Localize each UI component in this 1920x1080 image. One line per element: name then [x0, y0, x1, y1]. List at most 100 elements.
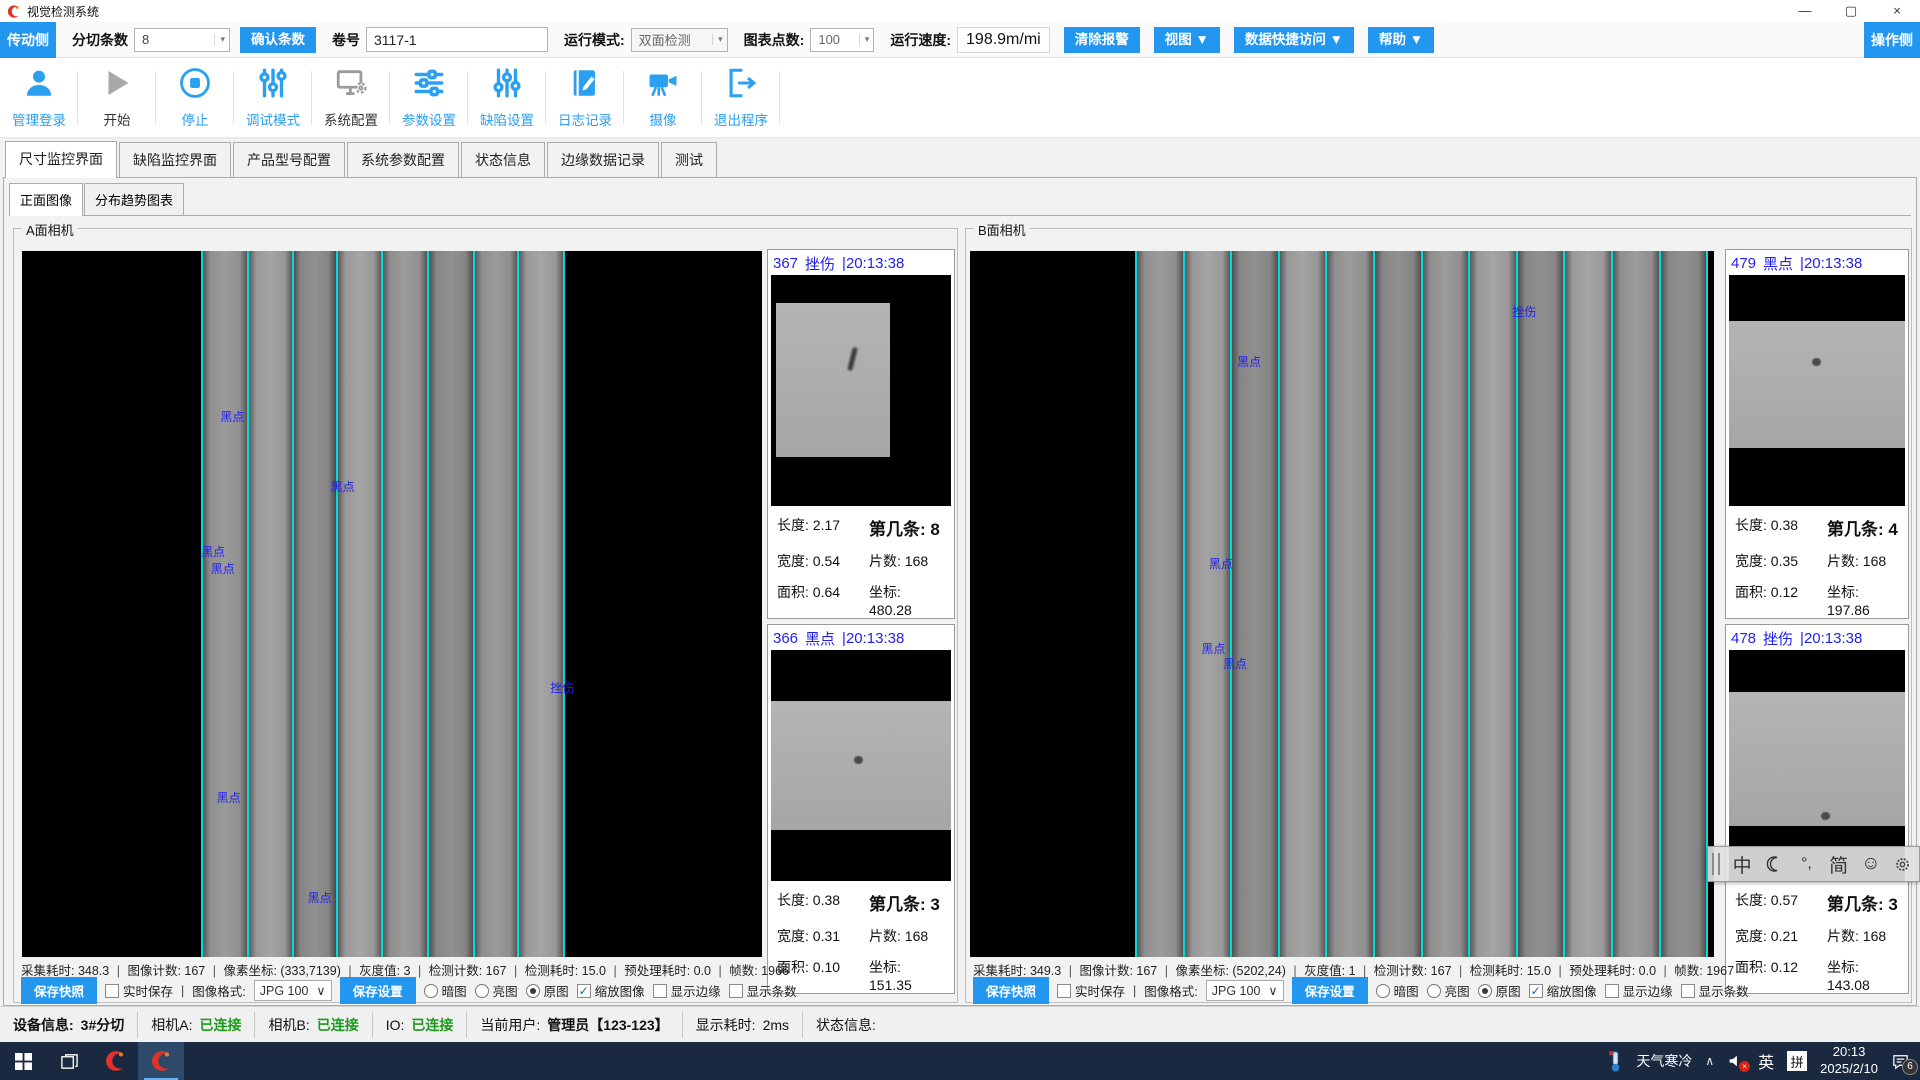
task-view-icon[interactable] — [46, 1042, 92, 1080]
close-button[interactable]: × — [1874, 0, 1920, 22]
gear-icon[interactable] — [1887, 856, 1919, 873]
defect-card[interactable]: 479黑点|20:13:38长度: 0.38第几条: 4宽度: 0.35片数: … — [1725, 249, 1909, 619]
checkbox-显示边缘[interactable] — [653, 984, 667, 998]
active-app-icon[interactable] — [138, 1042, 184, 1080]
tab-7[interactable]: 测试 — [661, 142, 717, 177]
stat-area: 面积: 0.12 — [1735, 582, 1827, 618]
ime-mode-indicator[interactable]: 拼 — [1787, 1051, 1807, 1071]
toolbar-item-monitor-gear[interactable]: 系统配置 — [312, 58, 390, 137]
ime-punctuation[interactable]: °, — [1790, 855, 1822, 873]
tab-2[interactable]: 缺陷监控界面 — [119, 142, 231, 177]
radio-label: 亮图 — [493, 981, 518, 1000]
chevron-down-icon: ▾ — [214, 34, 225, 45]
toolbar-item-sliders-v[interactable]: 调试模式 — [234, 58, 312, 137]
radio-亮图[interactable] — [475, 984, 489, 998]
data-quick-access-button[interactable]: 数据快捷访问 ▼ — [1234, 27, 1354, 53]
toolbar-item-camera[interactable]: 摄像 — [624, 58, 702, 137]
image-format-value: JPG 100 — [260, 984, 309, 998]
realtime-save-checkbox[interactable] — [1057, 984, 1071, 998]
defect-card[interactable]: 367挫伤|20:13:38长度: 2.17第几条: 8宽度: 0.54片数: … — [767, 249, 955, 619]
tab-4[interactable]: 系统参数配置 — [347, 142, 459, 177]
save-settings-button[interactable]: 保存设置 — [1292, 977, 1368, 1004]
image-format-label: 图像格式: — [192, 981, 245, 1000]
checkbox-显示条数[interactable] — [729, 984, 743, 998]
clear-alarm-button[interactable]: 清除报警 — [1064, 27, 1140, 53]
sliders-h-icon — [412, 66, 446, 105]
defect-type: 黑点 — [805, 628, 835, 649]
checkbox-显示边缘[interactable] — [1605, 984, 1619, 998]
checkbox-缩放图像[interactable]: ✓ — [1529, 984, 1543, 998]
io-status: IO:已连接 — [373, 1012, 468, 1038]
weather-text[interactable]: 天气寒冷 — [1636, 1051, 1692, 1071]
radio-原图[interactable] — [526, 984, 540, 998]
radio-原图[interactable] — [1478, 984, 1492, 998]
taskbar-clock[interactable]: 20:13 2025/2/10 — [1820, 1044, 1878, 1078]
checkbox-显示条数[interactable] — [1681, 984, 1695, 998]
app-logo-icon — [6, 4, 21, 19]
save-snapshot-button[interactable]: 保存快照 — [21, 977, 97, 1004]
subtab-2[interactable]: 分布趋势图表 — [84, 183, 184, 215]
defect-card-column: 479黑点|20:13:38长度: 0.38第几条: 4宽度: 0.35片数: … — [1725, 249, 1909, 994]
toolbar-item-label: 参数设置 — [402, 109, 456, 129]
maximize-button[interactable]: ▢ — [1828, 0, 1874, 22]
ime-chinese-mode[interactable]: 中 — [1726, 851, 1758, 878]
checkbox-label: 显示边缘 — [671, 981, 721, 1000]
operator-side-button[interactable]: 操作侧 — [1864, 22, 1920, 58]
smiley-icon[interactable]: ☺ — [1855, 853, 1887, 875]
help-menu-button[interactable]: 帮助 ▼ — [1368, 27, 1434, 53]
toolbar-item-user[interactable]: 管理登录 — [0, 58, 78, 137]
tab-3[interactable]: 产品型号配置 — [233, 142, 345, 177]
run-speed-label: 运行速度: — [890, 30, 951, 50]
drag-handle[interactable] — [1712, 853, 1720, 875]
slit-count-dropdown[interactable]: 8 ▾ — [134, 28, 230, 52]
language-indicator[interactable]: 英 — [1758, 1049, 1774, 1073]
defect-marker-label: 黑点 — [1223, 655, 1247, 672]
roll-number-input[interactable]: 3117-1 — [366, 27, 548, 52]
toolbar-item-play[interactable]: 开始 — [78, 58, 156, 137]
run-mode-dropdown[interactable]: 双面检测 ▾ — [631, 28, 728, 52]
toolbar-item-log[interactable]: 日志记录 — [546, 58, 624, 137]
tab-6[interactable]: 边缘数据记录 — [547, 142, 659, 177]
defect-card[interactable]: 366黑点|20:13:38长度: 0.38第几条: 3宽度: 0.31片数: … — [767, 624, 955, 994]
notification-count-badge: 6 — [1902, 1059, 1918, 1075]
toolbar-item-label: 退出程序 — [714, 109, 768, 129]
defect-card[interactable]: 478挫伤|20:13:38长度: 0.57第几条: 3宽度: 0.21片数: … — [1725, 624, 1909, 994]
toolbar-item-sliders-v2[interactable]: 缺陷设置 — [468, 58, 546, 137]
log-icon — [568, 66, 602, 105]
connected-badge: 已连接 — [317, 1015, 359, 1035]
image-format-dropdown[interactable]: JPG 100∨ — [254, 980, 332, 1001]
toolbar-item-sliders-h[interactable]: 参数设置 — [390, 58, 468, 137]
image-format-dropdown[interactable]: JPG 100∨ — [1206, 980, 1284, 1001]
ime-simplified[interactable]: 简 — [1823, 851, 1855, 878]
capture-stat: 帧数: 1967 — [1674, 964, 1734, 978]
toolbar-item-label: 缺陷设置 — [480, 109, 534, 129]
chart-points-dropdown[interactable]: 100 ▾ — [810, 28, 874, 52]
confirm-count-button[interactable]: 确认条数 — [240, 27, 316, 53]
minimize-button[interactable]: — — [1782, 0, 1828, 22]
chevron-down-icon: ∨ — [1268, 983, 1277, 998]
radio-暗图[interactable] — [1376, 984, 1390, 998]
save-snapshot-button[interactable]: 保存快照 — [973, 977, 1049, 1004]
radio-亮图[interactable] — [1427, 984, 1441, 998]
drive-side-button[interactable]: 传动侧 — [0, 22, 56, 58]
pinned-app-icon[interactable] — [92, 1042, 138, 1080]
view-menu-button[interactable]: 视图 ▼ — [1154, 27, 1220, 53]
moon-icon[interactable] — [1758, 856, 1790, 872]
toolbar-item-stop[interactable]: 停止 — [156, 58, 234, 137]
thermometer-icon[interactable] — [1608, 1051, 1623, 1072]
defect-card-column: 367挫伤|20:13:38长度: 2.17第几条: 8宽度: 0.54片数: … — [767, 249, 955, 994]
tab-1[interactable]: 尺寸监控界面 — [5, 141, 117, 178]
defect-card-header: 479黑点|20:13:38 — [1729, 250, 1905, 275]
toolbar-item-exit[interactable]: 退出程序 — [702, 58, 780, 137]
notification-center-icon[interactable]: 6 — [1891, 1052, 1910, 1071]
speaker-muted-icon[interactable]: × — [1727, 1052, 1745, 1070]
tab-5[interactable]: 状态信息 — [461, 142, 545, 177]
save-settings-button[interactable]: 保存设置 — [340, 977, 416, 1004]
radio-暗图[interactable] — [424, 984, 438, 998]
realtime-save-checkbox[interactable] — [105, 984, 119, 998]
start-button[interactable] — [0, 1042, 46, 1080]
checkbox-缩放图像[interactable]: ✓ — [577, 984, 591, 998]
sub-tabs: 正面图像分布趋势图表 — [9, 185, 1911, 216]
hidden-icons-chevron[interactable]: ∧ — [1705, 1054, 1714, 1068]
subtab-1[interactable]: 正面图像 — [9, 183, 83, 216]
